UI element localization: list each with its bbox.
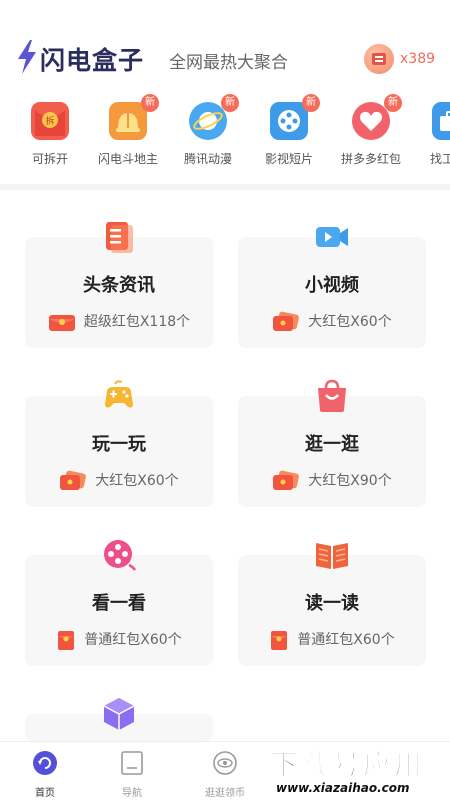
shortcut-landlord[interactable]: 新 闪电斗地主 <box>88 94 168 167</box>
navigation-icon <box>121 751 143 775</box>
shortcut-short-videos[interactable]: 新 影视短片 <box>249 94 329 167</box>
tab-navigation[interactable]: 导航 <box>97 750 167 799</box>
news-doc-icon <box>106 222 133 253</box>
home-refresh-icon <box>33 751 57 775</box>
new-badge: 新 <box>384 94 402 112</box>
shortcut-find-job[interactable]: 找工 <box>410 102 450 167</box>
pdd-heart-icon: 新 <box>352 94 402 140</box>
card-watch[interactable]: 看一看 普通红包X60个 <box>25 540 213 666</box>
card-title: 小视频 <box>305 275 359 296</box>
shortcut-label: 腾讯动漫 <box>183 152 232 166</box>
open-book-icon <box>316 543 348 569</box>
card-title: 逛一逛 <box>305 434 359 455</box>
video-camera-icon <box>316 227 348 247</box>
svg-text:拆: 拆 <box>45 115 54 127</box>
landlord-hat-icon: 新 <box>109 94 159 140</box>
card-subtitle: 大红包X90个 <box>238 470 426 492</box>
shortcut-pdd-redpacket[interactable]: 新 拼多多红包 <box>331 94 411 167</box>
red-envelope-stack-icon <box>273 470 300 490</box>
tab-label: 导航 <box>122 788 142 799</box>
tab-browse-coins[interactable]: 逛逛领币 <box>190 750 260 799</box>
app-header: 闪电盒子 全网最热大聚合 x389 <box>0 0 450 88</box>
card-subtitle-text: 普通红包X60个 <box>84 632 182 648</box>
site-watermark: 下载号应用 www.xiazaihao.com <box>269 737 450 800</box>
red-envelope-stack-icon <box>273 311 300 331</box>
card-subtitle: 超级红包X118个 <box>25 311 213 333</box>
planet-icon: 新 <box>189 94 239 140</box>
watermark-title: 下载号应用 <box>269 748 426 782</box>
card-subtitle: 普通红包X60个 <box>238 629 426 651</box>
shortcut-tencent-comic[interactable]: 新 腾讯动漫 <box>168 94 248 167</box>
film-reel-icon: 新 <box>270 94 320 140</box>
app-logo-text: 闪电盒子 <box>40 46 145 75</box>
red-envelope-coin-icon[interactable] <box>364 44 394 74</box>
red-envelope-icon <box>271 631 288 650</box>
card-read[interactable]: 读一读 普通红包X60个 <box>238 543 426 666</box>
card-news[interactable]: 头条资讯 超级红包X118个 <box>25 222 213 348</box>
lightning-logo-icon <box>18 40 36 74</box>
red-envelope-icon: 拆 <box>31 102 69 140</box>
eye-icon <box>213 751 237 775</box>
cube-icon <box>103 698 135 730</box>
card-subtitle: 普通红包X60个 <box>25 629 213 651</box>
shortcut-label: 可拆开 <box>31 152 68 166</box>
app-slogan: 全网最热大聚合 <box>169 53 288 73</box>
tab-label: 首页 <box>35 788 55 799</box>
coin-count[interactable]: x389 <box>400 51 435 67</box>
shortcut-label: 闪电斗地主 <box>97 152 158 166</box>
new-badge: 新 <box>141 94 159 112</box>
film-reel-icon <box>104 540 137 571</box>
card-subtitle: 大红包X60个 <box>25 470 213 492</box>
card-cube[interactable] <box>25 698 213 741</box>
card-play[interactable]: 玩一玩 大红包X60个 <box>25 380 213 507</box>
gamepad-icon <box>105 380 133 408</box>
card-subtitle-text: 超级红包X118个 <box>83 314 191 330</box>
shortcut-row: 拆 可拆开 新 闪电斗地主 新 腾讯动漫 新 影视短片 新 拼多多红包 找工 <box>0 88 450 184</box>
card-subtitle-text: 大红包X90个 <box>308 473 392 489</box>
card-title: 头条资讯 <box>83 275 155 296</box>
card-title: 玩一玩 <box>92 434 146 455</box>
section-divider <box>0 184 450 190</box>
card-subtitle-text: 大红包X60个 <box>95 473 179 489</box>
card-title: 读一读 <box>305 593 359 614</box>
briefcase-icon <box>432 102 450 140</box>
watermark-url: www.xiazaihao.com <box>276 781 410 795</box>
shortcut-label: 找工 <box>430 152 450 166</box>
red-envelope-stack-icon <box>60 470 87 490</box>
shortcut-unpack[interactable]: 拆 可拆开 <box>10 102 90 167</box>
red-envelope-icon <box>48 315 75 331</box>
card-browse[interactable]: 逛一逛 大红包X90个 <box>238 379 426 507</box>
tab-home[interactable]: 首页 <box>10 750 80 799</box>
new-badge: 新 <box>221 94 239 112</box>
new-badge: 新 <box>302 94 320 112</box>
card-subtitle-text: 普通红包X60个 <box>297 632 395 648</box>
card-subtitle: 大红包X60个 <box>238 311 426 333</box>
card-title: 看一看 <box>92 593 146 614</box>
tab-label: 逛逛领币 <box>205 788 245 799</box>
card-short-video[interactable]: 小视频 大红包X60个 <box>238 227 426 348</box>
shortcut-label: 拼多多红包 <box>340 152 401 166</box>
red-envelope-icon <box>58 631 75 650</box>
shopping-bag-icon <box>318 379 346 412</box>
shortcut-label: 影视短片 <box>264 152 313 166</box>
card-subtitle-text: 大红包X60个 <box>308 314 392 330</box>
